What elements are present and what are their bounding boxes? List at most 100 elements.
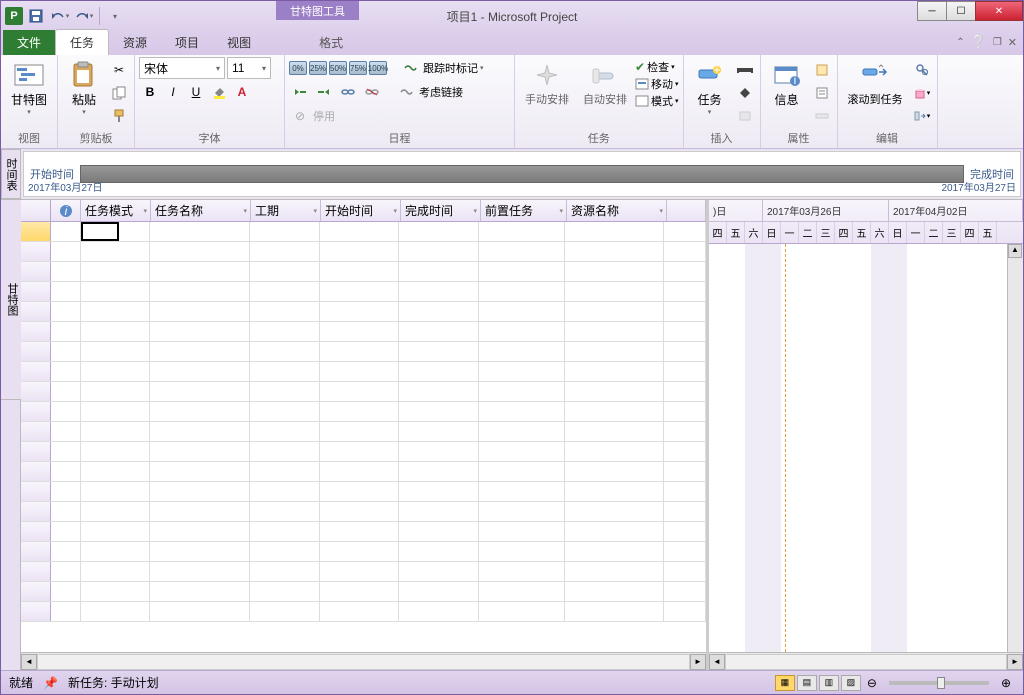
table-row[interactable] xyxy=(21,402,706,422)
grid-body[interactable] xyxy=(21,222,706,652)
gantt-day[interactable]: 二 xyxy=(799,222,817,243)
minimize-button[interactable]: ─ xyxy=(917,1,947,21)
zoom-in-button[interactable]: ⊕ xyxy=(997,676,1015,690)
pct-100-button[interactable]: 100% xyxy=(369,61,387,75)
gantt-body[interactable]: ▲ xyxy=(709,244,1023,652)
col-start[interactable]: 开始时间▾ xyxy=(321,200,401,221)
table-row[interactable] xyxy=(21,522,706,542)
gantt-day[interactable]: 五 xyxy=(979,222,997,243)
zoom-out-button[interactable]: ⊖ xyxy=(863,676,881,690)
maximize-button[interactable]: ☐ xyxy=(946,1,976,21)
gantt-chart-button[interactable]: 甘特图▾ xyxy=(5,57,53,118)
save-button[interactable] xyxy=(25,5,47,27)
view-usage-button[interactable]: ▤ xyxy=(797,675,817,691)
notes-button[interactable] xyxy=(811,59,833,81)
format-painter-button[interactable] xyxy=(108,105,130,127)
gantt-side-tab[interactable]: 甘特图 xyxy=(1,200,21,400)
tab-project[interactable]: 项目 xyxy=(161,30,213,55)
deliverable-button[interactable] xyxy=(734,105,756,127)
gantt-day[interactable]: 日 xyxy=(889,222,907,243)
scroll-to-task-button[interactable]: 滚动到任务 xyxy=(842,57,909,109)
table-row[interactable] xyxy=(21,322,706,342)
copy-button[interactable] xyxy=(108,82,130,104)
table-row[interactable] xyxy=(21,542,706,562)
pct-75-button[interactable]: 75% xyxy=(349,61,367,75)
mdi-close-icon[interactable]: ✕ xyxy=(1008,36,1017,49)
gantt-day[interactable]: 四 xyxy=(961,222,979,243)
underline-button[interactable]: U xyxy=(185,81,207,103)
table-row[interactable] xyxy=(21,262,706,282)
status-new-task[interactable]: 新任务: 手动计划 xyxy=(68,674,159,691)
gantt-day[interactable]: 四 xyxy=(709,222,727,243)
table-row[interactable] xyxy=(21,562,706,582)
inactivate-icon[interactable] xyxy=(395,81,417,103)
outdent-button[interactable] xyxy=(289,81,311,103)
inspect-button[interactable]: ✔检查▾ xyxy=(635,59,679,75)
unlink-button[interactable] xyxy=(361,81,383,103)
tab-format[interactable]: 格式 xyxy=(305,30,357,55)
table-row[interactable] xyxy=(21,582,706,602)
font-name-combo[interactable]: 宋体▾ xyxy=(139,57,225,79)
view-gantt-button[interactable]: ▦ xyxy=(775,675,795,691)
cut-button[interactable]: ✂ xyxy=(108,59,130,81)
pin-icon[interactable]: 📌 xyxy=(43,676,58,690)
gantt-day[interactable]: 日 xyxy=(763,222,781,243)
mode-button[interactable]: 模式▾ xyxy=(635,93,679,109)
manual-schedule-button[interactable]: 手动安排 xyxy=(519,57,575,109)
table-row[interactable] xyxy=(21,602,706,622)
table-row[interactable] xyxy=(21,462,706,482)
timeline[interactable]: 开始时间 2017年03月27日 完成时间 2017年03月27日 xyxy=(23,151,1021,197)
gantt-day[interactable]: 三 xyxy=(943,222,961,243)
qat-customize[interactable]: ▾ xyxy=(104,5,126,27)
gantt-day[interactable]: 六 xyxy=(745,222,763,243)
gantt-day[interactable]: 三 xyxy=(817,222,835,243)
link-button[interactable] xyxy=(337,81,359,103)
close-button[interactable]: ✕ xyxy=(975,1,1023,21)
fill-button[interactable]: ▾ xyxy=(911,105,933,127)
font-color-button[interactable]: A xyxy=(231,81,253,103)
tab-file[interactable]: 文件 xyxy=(3,30,55,55)
view-resource-button[interactable]: ▨ xyxy=(841,675,861,691)
col-resources[interactable]: 资源名称▾ xyxy=(567,200,667,221)
gantt-day[interactable]: 五 xyxy=(853,222,871,243)
respect-links-button[interactable] xyxy=(399,57,421,79)
find-button[interactable] xyxy=(911,59,933,81)
gantt-day[interactable]: 二 xyxy=(925,222,943,243)
task-insert-button[interactable]: 任务▾ xyxy=(688,57,732,118)
bold-button[interactable]: B xyxy=(139,81,161,103)
col-add-new[interactable] xyxy=(667,200,706,221)
col-task-name[interactable]: 任务名称▾ xyxy=(151,200,251,221)
font-size-combo[interactable]: 11▾ xyxy=(227,57,271,79)
tab-view[interactable]: 视图 xyxy=(213,30,265,55)
table-row[interactable] xyxy=(21,422,706,442)
tab-task[interactable]: 任务 xyxy=(55,29,109,55)
gantt-vscroll[interactable]: ▲ xyxy=(1007,244,1023,652)
view-team-button[interactable]: ▥ xyxy=(819,675,839,691)
active-cell[interactable] xyxy=(81,222,119,241)
grid-hscroll[interactable]: ◄► xyxy=(21,652,706,670)
fill-color-button[interactable] xyxy=(208,81,230,103)
auto-schedule-button[interactable]: 自动安排 xyxy=(577,57,633,109)
table-row[interactable] xyxy=(21,242,706,262)
redo-button[interactable]: ▾ xyxy=(73,5,95,27)
help-icon[interactable]: ❔ xyxy=(971,34,987,50)
gantt-day[interactable]: 五 xyxy=(727,222,745,243)
zoom-slider[interactable] xyxy=(889,681,989,685)
clear-button[interactable]: ▾ xyxy=(911,82,933,104)
table-row[interactable] xyxy=(21,382,706,402)
information-button[interactable]: i 信息 xyxy=(765,57,809,110)
pct-50-button[interactable]: 50% xyxy=(329,61,347,75)
minimize-ribbon-icon[interactable]: ⌃ xyxy=(956,37,964,48)
col-predecessors[interactable]: 前置任务▾ xyxy=(481,200,567,221)
add-to-timeline-button[interactable] xyxy=(811,105,833,127)
col-task-mode[interactable]: 任务模式▾ xyxy=(81,200,151,221)
details-button[interactable] xyxy=(811,82,833,104)
gantt-day[interactable]: 四 xyxy=(835,222,853,243)
gantt-week-2[interactable]: 2017年04月02日 xyxy=(889,200,1023,221)
col-indicators[interactable]: i xyxy=(51,200,81,221)
table-row[interactable] xyxy=(21,342,706,362)
indent-button[interactable] xyxy=(313,81,335,103)
gantt-hscroll[interactable]: ◄► xyxy=(709,652,1023,670)
gantt-week-1[interactable]: 2017年03月26日 xyxy=(763,200,889,221)
table-row[interactable] xyxy=(21,282,706,302)
